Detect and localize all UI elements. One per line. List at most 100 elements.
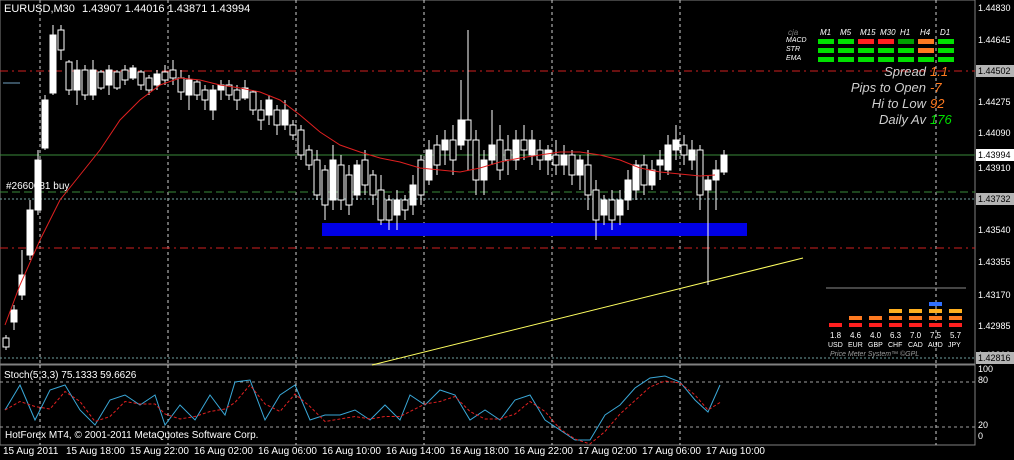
timeframe-label: D1 <box>940 28 951 37</box>
meter-bar <box>949 309 962 313</box>
stoch-level-label: 80 <box>978 375 989 385</box>
signal-cell <box>878 39 894 44</box>
price-tick-label: 1.43355 <box>978 257 1011 267</box>
timeframe-label: M15 <box>860 28 876 37</box>
price-marker: 1.43732 <box>976 193 1014 205</box>
signal-cell <box>818 48 834 53</box>
price-chart[interactable] <box>0 0 1014 460</box>
stat-value: 176 <box>930 112 952 127</box>
price-marker: 1.42816 <box>976 352 1014 364</box>
timeframe-label: M30 <box>880 28 896 37</box>
signal-cell <box>838 48 854 53</box>
meter-bar <box>849 323 862 327</box>
price-tick-label: 1.43170 <box>978 290 1011 300</box>
signal-cell <box>898 48 914 53</box>
signal-row-label: MACD <box>786 37 807 44</box>
meter-bar <box>869 323 882 327</box>
signal-cell <box>938 57 954 62</box>
meter-value: 6.3 <box>890 331 902 340</box>
meter-currency: EUR <box>848 342 863 349</box>
stat-label: Pips to Open <box>850 80 926 95</box>
price-tick-label: 1.43910 <box>978 163 1011 173</box>
meter-value: 1.8 <box>830 331 842 340</box>
timeframe-label: M1 <box>820 28 832 37</box>
stoch-level-label: 100 <box>978 364 994 374</box>
time-tick-label: 17 Aug 10:00 <box>706 446 765 457</box>
signal-row-label: STR <box>786 46 800 53</box>
price-tick-label: 1.44090 <box>978 128 1011 138</box>
meter-bar <box>929 323 942 327</box>
stat-value: 1.1 <box>930 64 949 79</box>
time-tick-label: 16 Aug 06:00 <box>258 446 317 457</box>
meter-currency: JPY <box>948 342 961 349</box>
time-tick-label: 17 Aug 02:00 <box>578 446 637 457</box>
signal-cell <box>838 39 854 44</box>
signal-cell <box>918 57 934 62</box>
time-tick-label: 15 Aug 18:00 <box>66 446 125 457</box>
chart-title: EURUSD,M30 1.43907 1.44016 1.43871 1.439… <box>4 3 250 15</box>
time-tick-label: 16 Aug 02:00 <box>194 446 253 457</box>
stat-value: -7 <box>930 80 942 95</box>
price-tick-label: 1.44830 <box>978 3 1011 13</box>
price-tick-label: 1.44275 <box>978 97 1011 107</box>
meter-bar <box>949 316 962 320</box>
meter-currency: CHF <box>888 342 903 349</box>
price-tick-label: 1.44645 <box>978 35 1011 45</box>
meter-value: 7.5 <box>930 331 942 340</box>
copyright-label: HotForex MT4, © 2001-2011 MetaQuotes Sof… <box>5 430 259 441</box>
timeframe-label: H1 <box>900 28 911 37</box>
time-tick-label: 16 Aug 18:00 <box>450 446 509 457</box>
meter-bar <box>929 316 942 320</box>
signal-row-label: EMA <box>786 55 802 62</box>
signal-cell <box>938 39 954 44</box>
ohlc-label: 1.43907 1.44016 1.43871 1.43994 <box>81 3 251 15</box>
time-tick-label: 15 Aug 2011 <box>3 446 59 457</box>
price-marker: 1.43994 <box>976 149 1014 161</box>
price-tick-label: 1.42985 <box>978 321 1011 331</box>
signal-cell <box>858 39 874 44</box>
time-tick-label: 15 Aug 22:00 <box>130 446 189 457</box>
meter-currency: USD <box>828 342 843 349</box>
time-tick-label: 16 Aug 22:00 <box>514 446 573 457</box>
time-tick-label: 16 Aug 10:00 <box>322 446 381 457</box>
signal-grid-corner: cja <box>788 28 799 37</box>
stoch-level-label: 0 <box>978 431 984 441</box>
meter-bar <box>829 323 842 327</box>
meter-bar <box>909 309 922 313</box>
signal-cell <box>898 39 914 44</box>
meter-bar <box>889 323 902 327</box>
signal-cell <box>858 57 874 62</box>
meter-value: 7.0 <box>910 331 922 340</box>
signal-cell <box>818 39 834 44</box>
signal-cell <box>918 39 934 44</box>
stat-label: Hi to Low <box>871 96 926 111</box>
time-tick-label: 16 Aug 14:00 <box>386 446 445 457</box>
price-marker: 1.44502 <box>976 65 1014 77</box>
signal-cell <box>878 57 894 62</box>
meter-bar <box>849 316 862 320</box>
signal-cell <box>858 48 874 53</box>
signal-cell <box>918 48 934 53</box>
meter-bar <box>869 316 882 320</box>
meter-bar <box>889 309 902 313</box>
symbol-label: EURUSD,M30 <box>4 3 75 15</box>
signal-cell <box>818 57 834 62</box>
meter-bar <box>909 316 922 320</box>
meter-bar <box>949 323 962 327</box>
meter-caption: Price Meter System™ ©GPL <box>830 351 920 358</box>
stochastic-label: Stoch(5,3,3) 75.1333 59.6626 <box>4 370 137 381</box>
timeframe-label: H4 <box>920 28 931 37</box>
price-tick-label: 1.43540 <box>978 225 1011 235</box>
meter-value: 5.7 <box>950 331 962 340</box>
meter-bar <box>929 309 942 313</box>
meter-bar <box>929 302 942 306</box>
meter-currency: CAD <box>908 342 923 349</box>
stoch-level-label: 20 <box>978 420 989 430</box>
time-tick-label: 17 Aug 06:00 <box>642 446 701 457</box>
meter-bar <box>889 316 902 320</box>
timeframe-label: M5 <box>840 28 852 37</box>
signal-cell <box>838 57 854 62</box>
signal-cell <box>898 57 914 62</box>
order-label: #2660081 buy <box>6 181 70 192</box>
stat-label: Spread <box>884 64 926 79</box>
